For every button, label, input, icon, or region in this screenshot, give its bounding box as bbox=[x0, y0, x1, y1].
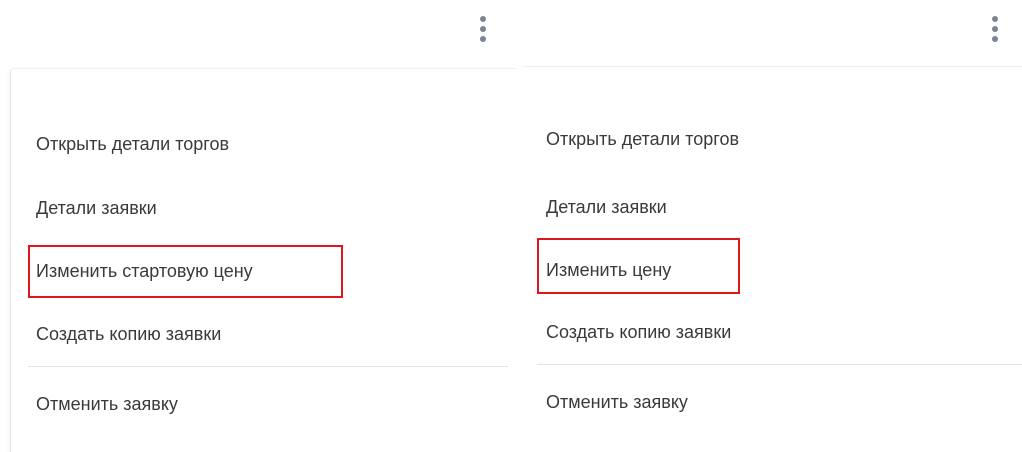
menu-item-change-price[interactable]: Изменить цену bbox=[546, 259, 671, 281]
menu-item-cancel-application[interactable]: Отменить заявку bbox=[546, 391, 688, 413]
menu-item-copy-application[interactable]: Создать копию заявки bbox=[36, 323, 221, 345]
menu-item-application-details[interactable]: Детали заявки bbox=[36, 197, 157, 219]
menu-item-cancel-application[interactable]: Отменить заявку bbox=[36, 393, 178, 415]
menu-item-copy-application[interactable]: Создать копию заявки bbox=[546, 321, 731, 343]
menu-item-open-trade-details[interactable]: Открыть детали торгов bbox=[36, 133, 229, 155]
menu-item-open-trade-details[interactable]: Открыть детали торгов bbox=[546, 128, 739, 150]
menu-divider bbox=[537, 364, 1022, 365]
more-vertical-icon[interactable] bbox=[990, 14, 1000, 44]
menu-divider bbox=[28, 366, 508, 367]
menu-item-change-start-price[interactable]: Изменить стартовую цену bbox=[36, 260, 253, 282]
menu-item-application-details[interactable]: Детали заявки bbox=[546, 196, 667, 218]
more-vertical-icon[interactable] bbox=[478, 14, 488, 44]
